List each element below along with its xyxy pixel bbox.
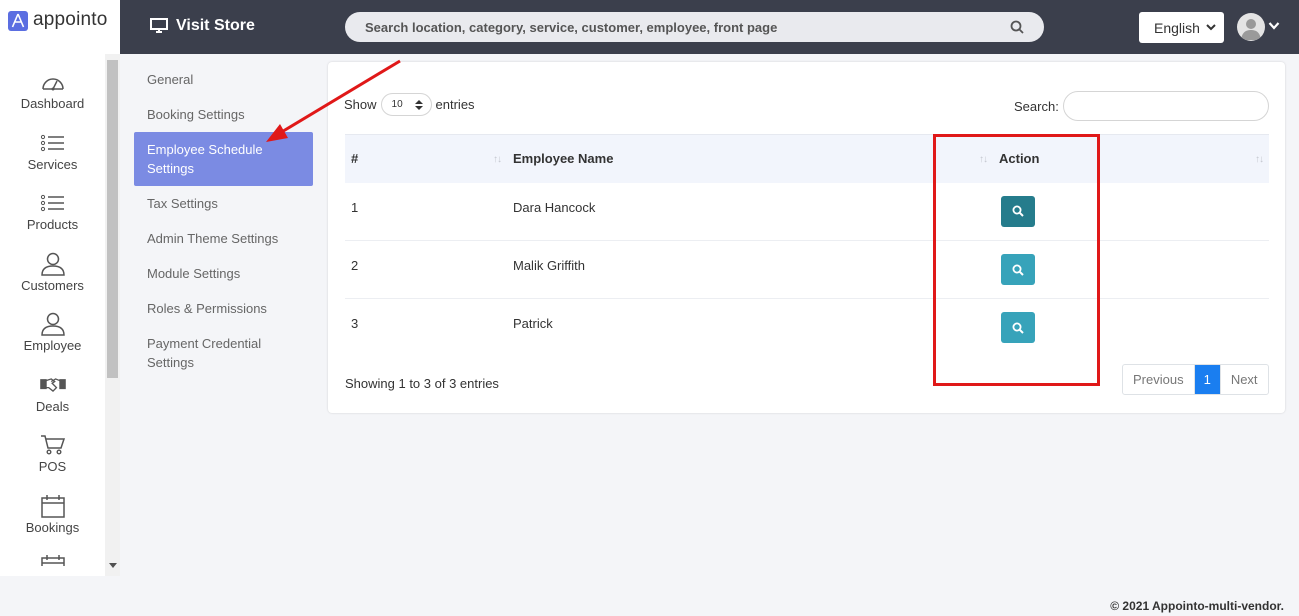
- settings-item-module[interactable]: Module Settings: [134, 256, 313, 291]
- settings-item-admin-theme[interactable]: Admin Theme Settings: [134, 221, 313, 256]
- column-header-action[interactable]: Action ↑↓: [993, 135, 1269, 183]
- calendar-icon: [40, 554, 66, 566]
- sidebar-item-deals[interactable]: Deals: [0, 365, 105, 426]
- pagination-previous[interactable]: Previous: [1123, 365, 1195, 394]
- table-search-label: Search:: [1014, 99, 1059, 114]
- settings-item-tax[interactable]: Tax Settings: [134, 186, 313, 221]
- scroll-down-icon[interactable]: [109, 563, 117, 568]
- avatar[interactable]: [1237, 13, 1265, 41]
- sidebar-item-employee[interactable]: Employee: [0, 304, 105, 365]
- global-search: [345, 12, 1044, 42]
- page-length-value: 10: [391, 99, 403, 110]
- language-select[interactable]: English: [1139, 12, 1224, 43]
- table-row: 2 Malik Griffith: [345, 241, 1269, 299]
- cart-icon: [40, 433, 66, 457]
- brand[interactable]: appointo: [0, 0, 120, 54]
- settings-menu: General Booking Settings Employee Schedu…: [134, 62, 313, 380]
- sort-icon: ↑↓: [1255, 154, 1264, 165]
- view-schedule-button[interactable]: [1001, 312, 1035, 343]
- sidebar-nav: Dashboard Services Products Customers Em…: [0, 62, 105, 566]
- search-icon[interactable]: [1010, 20, 1024, 34]
- scrollbar-thumb[interactable]: [107, 60, 118, 378]
- sidebar-item-label: Employee: [23, 338, 82, 353]
- column-header-employee-name[interactable]: Employee Name ↑↓: [507, 135, 993, 183]
- search-icon: [1012, 322, 1024, 334]
- chevron-down-icon: [1206, 24, 1216, 31]
- language-value: English: [1154, 19, 1200, 36]
- brand-name: appointo: [33, 9, 108, 30]
- page-length-select[interactable]: 10: [380, 93, 432, 116]
- row-employee-name: Dara Hancock: [513, 199, 596, 215]
- top-bar: Visit Store English: [120, 0, 1299, 54]
- sidebar-item-bookings[interactable]: Bookings: [0, 486, 105, 547]
- sidebar-item-partial[interactable]: [0, 546, 105, 566]
- left-sidebar: appointo Dashboard Services Products Cus…: [0, 0, 120, 576]
- page-length-control: Show 10 entries: [344, 93, 475, 116]
- row-employee-name: Malik Griffith: [513, 258, 585, 273]
- row-action: [993, 241, 1269, 299]
- settings-item-employee-schedule[interactable]: Employee Schedule Settings: [134, 132, 313, 186]
- sort-icon: ↑↓: [979, 154, 988, 165]
- sidebar-item-label: Products: [26, 217, 79, 232]
- row-number: 1: [351, 199, 359, 215]
- row-employee-name: Patrick: [513, 316, 553, 331]
- view-schedule-button[interactable]: [1001, 254, 1035, 285]
- sidebar-item-label: Services: [27, 156, 78, 172]
- sidebar-item-services[interactable]: Services: [0, 123, 105, 184]
- sidebar-scrollbar[interactable]: [105, 54, 120, 576]
- sidebar-item-dashboard[interactable]: Dashboard: [0, 62, 105, 123]
- global-search-input[interactable]: [365, 19, 1010, 35]
- visit-store-link[interactable]: Visit Store: [150, 17, 255, 35]
- table-row: 1 Dara Hancock: [345, 183, 1269, 241]
- handshake-icon: [39, 373, 66, 397]
- sidebar-item-label: POS: [38, 459, 67, 474]
- table-row: 3 Patrick: [345, 299, 1269, 357]
- settings-item-booking[interactable]: Booking Settings: [134, 97, 313, 132]
- user-avatar-icon: [1241, 19, 1261, 40]
- user-icon: [40, 312, 66, 336]
- table-header-row: # ↑↓ Employee Name ↑↓ Action ↑↓: [345, 134, 1269, 183]
- sidebar-item-customers[interactable]: Customers: [0, 244, 105, 305]
- pagination-next[interactable]: Next: [1219, 365, 1268, 394]
- sort-icon: ↑↓: [493, 154, 502, 165]
- employee-table: # ↑↓ Employee Name ↑↓ Action ↑↓ 1 Dara Hanc…: [345, 134, 1269, 357]
- calendar-icon: [40, 494, 66, 518]
- visit-store-label: Visit Store: [176, 17, 255, 34]
- sidebar-item-pos[interactable]: POS: [0, 425, 105, 486]
- list-icon: [40, 191, 66, 215]
- pagination-page-current[interactable]: 1: [1194, 365, 1220, 394]
- sidebar-item-label: Deals: [35, 398, 70, 414]
- list-icon: [40, 131, 66, 155]
- row-number: 2: [351, 258, 359, 273]
- search-icon: [1012, 205, 1024, 217]
- settings-item-roles[interactable]: Roles & Permissions: [134, 291, 313, 326]
- settings-item-general[interactable]: General: [134, 62, 313, 97]
- brand-logo-icon: [8, 11, 28, 31]
- sidebar-item-products[interactable]: Products: [0, 183, 105, 244]
- sidebar-item-label: Dashboard: [20, 96, 85, 111]
- view-schedule-button[interactable]: [1001, 195, 1035, 227]
- search-icon: [1012, 264, 1024, 276]
- sidebar-item-label: Customers: [21, 277, 84, 293]
- entries-label: entries: [435, 97, 475, 112]
- employee-schedule-card: Show 10 entries Search: # ↑↓ Employee Nam…: [328, 62, 1285, 413]
- sidebar-item-label: Bookings: [25, 519, 80, 535]
- user-icon: [40, 252, 66, 276]
- row-action: [993, 299, 1269, 357]
- column-header-number[interactable]: # ↑↓: [345, 135, 507, 183]
- table-info: Showing 1 to 3 of 3 entries: [345, 376, 499, 391]
- dashboard-icon: [40, 70, 66, 94]
- sort-arrows-icon: [414, 100, 423, 110]
- row-action: [993, 183, 1269, 241]
- settings-item-payment-credential[interactable]: Payment Credential Settings: [134, 326, 313, 380]
- footer-copyright: © 2021 Appointo-multi-vendor.: [1110, 599, 1284, 613]
- pagination: Previous 1 Next: [1122, 364, 1269, 395]
- show-label: Show: [344, 97, 377, 112]
- row-number: 3: [351, 316, 359, 331]
- table-search-box: [1063, 91, 1269, 121]
- chevron-down-icon[interactable]: [1268, 21, 1280, 31]
- table-search-input[interactable]: [1064, 92, 1268, 120]
- monitor-icon: [150, 18, 168, 33]
